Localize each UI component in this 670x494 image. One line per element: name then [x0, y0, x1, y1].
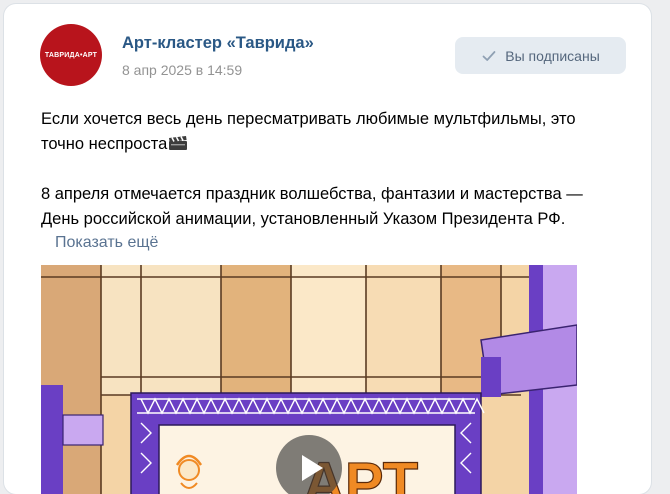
subscribed-button[interactable]: Вы подписаны — [455, 37, 626, 74]
avatar-logo-text: ТАВРИДА•АРТ — [44, 51, 98, 59]
post-card: ТАВРИДА•АРТ Арт-кластер «Таврида» 8 апр … — [4, 4, 651, 494]
post-text-line: 8 апреля отмечается праздник волшебства,… — [41, 185, 583, 203]
post-text-line: Если хочется весь день пересматривать лю… — [41, 110, 576, 128]
check-icon — [482, 50, 496, 61]
post-text-line: точно неспроста — [41, 135, 168, 153]
post-text: Если хочется весь день пересматривать лю… — [41, 107, 631, 232]
author-avatar[interactable]: ТАВРИДА•АРТ — [40, 24, 102, 86]
clapper-board-icon — [169, 136, 188, 150]
subscribed-label: Вы подписаны — [505, 47, 600, 64]
post-text-line-with-emoji: точно неспроста — [41, 132, 631, 157]
video-preview[interactable]: АРТ — [41, 265, 577, 494]
post-date[interactable]: 8 апр 2025 в 14:59 — [122, 62, 242, 78]
play-icon — [302, 455, 323, 481]
play-button[interactable] — [276, 435, 342, 494]
post-text-line: День российской анимации, установленный … — [41, 210, 566, 228]
author-name-link[interactable]: Арт-кластер «Таврида» — [122, 34, 314, 53]
show-more-link[interactable]: Показать ещё — [55, 234, 158, 252]
